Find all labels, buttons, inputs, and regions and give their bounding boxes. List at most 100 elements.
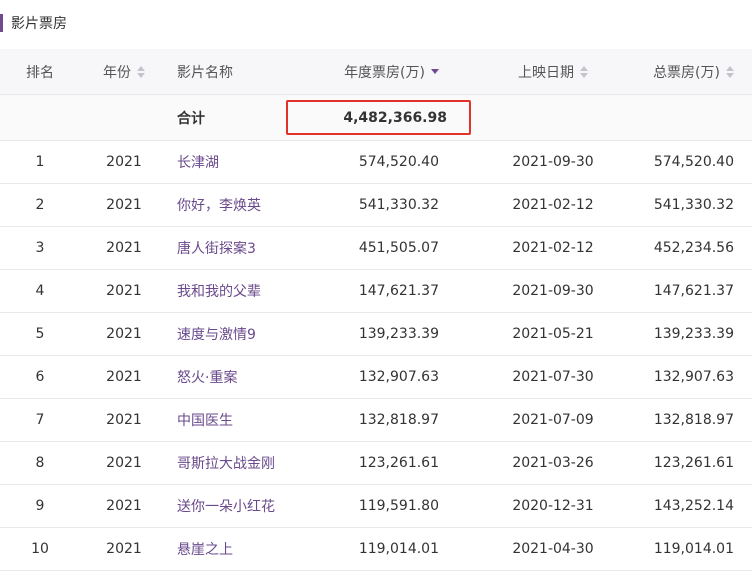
- year-cell-container: 2021: [86, 399, 162, 441]
- header-rank-label: 排名: [26, 64, 54, 81]
- total-box-office-cell-container: 139,233.39: [600, 313, 734, 355]
- year-cell: 2021: [106, 369, 142, 385]
- year-cell: 2021: [106, 154, 142, 170]
- release-date-cell-container: 2021-02-12: [497, 184, 609, 226]
- film-name-link[interactable]: 中国医生: [177, 410, 233, 430]
- release-date-cell: 2021-05-21: [512, 326, 594, 342]
- table-row: 8 2021 哥斯拉大战金刚 123,261.61 2021-03-26 123,261.…: [0, 442, 752, 485]
- year-cell-container: 2021: [86, 184, 162, 226]
- release-date-cell: 2021-07-09: [512, 412, 594, 428]
- release-date-cell-container: 2020-12-31: [497, 485, 609, 527]
- year-cell: 2021: [106, 240, 142, 256]
- year-cell-container: 2021: [86, 442, 162, 484]
- annual-box-office-cell-container: 123,261.61: [290, 442, 439, 484]
- total-box-office-cell-container: 119,014.01: [600, 528, 734, 570]
- header-year-label: 年份: [103, 64, 131, 81]
- total-box-office-cell-container: 574,520.40: [600, 141, 734, 183]
- total-box-office-cell: 123,261.61: [653, 455, 734, 471]
- film-name-link[interactable]: 悬崖之上: [177, 539, 233, 559]
- rank-cell: 5: [35, 326, 45, 342]
- year-cell: 2021: [106, 455, 142, 471]
- table-row: 6 2021 怒火·重案 132,907.63 2021-07-30 132,907.63: [0, 356, 752, 399]
- release-date-cell-container: 2021-04-30: [497, 528, 609, 570]
- total-box-office-cell: 147,621.37: [653, 283, 734, 299]
- release-date-cell-container: 2021-02-12: [497, 227, 609, 269]
- annual-box-office-cell-container: 451,505.07: [290, 227, 439, 269]
- film-name-link[interactable]: 唐人街探案3: [177, 238, 256, 258]
- total-box-office-cell-container: 132,907.63: [600, 356, 734, 398]
- header-total-label: 总票房(万): [653, 64, 720, 81]
- film-name-link[interactable]: 哥斯拉大战金刚: [177, 453, 275, 473]
- annual-box-office-cell-container: 574,520.40: [290, 141, 439, 183]
- header-year[interactable]: 年份: [86, 49, 162, 94]
- release-date-cell-container: 2021-07-30: [497, 356, 609, 398]
- year-cell-container: 2021: [86, 141, 162, 183]
- release-date-cell: 2021-03-26: [512, 455, 594, 471]
- total-box-office-cell: 132,907.63: [653, 369, 734, 385]
- film-name-link[interactable]: 速度与激情9: [177, 324, 256, 344]
- header-name-label: 影片名称: [177, 64, 233, 81]
- table-row: 10 2021 悬崖之上 119,014.01 2021-04-30 119,014.01: [0, 528, 752, 571]
- annual-box-office-cell: 139,233.39: [358, 326, 439, 342]
- release-date-cell-container: 2021-03-26: [497, 442, 609, 484]
- sort-icon[interactable]: [137, 65, 145, 78]
- header-annual[interactable]: 年度票房(万): [290, 49, 439, 94]
- year-cell: 2021: [106, 498, 142, 514]
- year-cell: 2021: [106, 326, 142, 342]
- year-cell-container: 2021: [86, 313, 162, 355]
- year-cell: 2021: [106, 541, 142, 557]
- total-box-office-cell: 541,330.32: [653, 197, 734, 213]
- rank-cell-container: 3: [0, 227, 80, 269]
- film-name-link[interactable]: 长津湖: [177, 152, 219, 172]
- release-date-cell: 2020-12-31: [512, 498, 594, 514]
- annual-box-office-cell-container: 119,591.80: [290, 485, 439, 527]
- rank-cell: 8: [35, 455, 45, 471]
- annual-box-office-cell: 132,907.63: [358, 369, 439, 385]
- table-row: 2 2021 你好，李焕英 541,330.32 2021-02-12 541,330.3…: [0, 184, 752, 227]
- header-total[interactable]: 总票房(万): [600, 49, 734, 94]
- rank-cell-container: 8: [0, 442, 80, 484]
- rank-cell: 10: [31, 541, 49, 557]
- release-date-cell: 2021-04-30: [512, 541, 594, 557]
- rank-cell: 6: [35, 369, 45, 385]
- rank-cell-container: 2: [0, 184, 80, 226]
- year-cell-container: 2021: [86, 227, 162, 269]
- sort-icon[interactable]: [726, 65, 734, 78]
- total-row: 合计 4,482,366.98: [0, 95, 752, 141]
- film-name-link[interactable]: 我和我的父辈: [177, 281, 261, 301]
- year-cell: 2021: [106, 283, 142, 299]
- box-office-table: 排名 年份 影片名称 年度票房(万) 上映日期 总票房(万) 合计 4,482,…: [0, 49, 752, 571]
- annual-box-office-cell-container: 147,621.37: [290, 270, 439, 312]
- year-cell-container: 2021: [86, 528, 162, 570]
- annual-box-office-cell: 574,520.40: [358, 154, 439, 170]
- annual-box-office-cell: 132,818.97: [358, 412, 439, 428]
- total-box-office-cell-container: 143,252.14: [600, 485, 734, 527]
- sort-descending-icon[interactable]: [431, 69, 439, 74]
- film-name-link[interactable]: 送你一朵小红花: [177, 496, 275, 516]
- table-body: 1 2021 长津湖 574,520.40 2021-09-30 574,520.40 2 2…: [0, 141, 752, 571]
- annual-box-office-cell: 119,591.80: [358, 498, 439, 514]
- annual-box-office-cell-container: 139,233.39: [290, 313, 439, 355]
- section-accent-bar: [0, 14, 3, 32]
- total-box-office-cell: 139,233.39: [653, 326, 734, 342]
- header-date[interactable]: 上映日期: [497, 49, 609, 94]
- section-title: 影片票房: [0, 12, 67, 34]
- film-name-link[interactable]: 你好，李焕英: [177, 195, 261, 215]
- sort-icon[interactable]: [580, 65, 588, 78]
- year-cell-container: 2021: [86, 485, 162, 527]
- total-box-office-cell-container: 147,621.37: [600, 270, 734, 312]
- table-row: 3 2021 唐人街探案3 451,505.07 2021-02-12 452,234.5…: [0, 227, 752, 270]
- total-box-office-cell: 119,014.01: [653, 541, 734, 557]
- year-cell: 2021: [106, 197, 142, 213]
- header-rank: 排名: [0, 49, 80, 94]
- film-name-link[interactable]: 怒火·重案: [177, 367, 237, 387]
- rank-cell-container: 10: [0, 528, 80, 570]
- rank-cell-container: 4: [0, 270, 80, 312]
- rank-cell-container: 6: [0, 356, 80, 398]
- annual-box-office-cell-container: 132,818.97: [290, 399, 439, 441]
- annual-box-office-cell-container: 541,330.32: [290, 184, 439, 226]
- rank-cell: 1: [35, 154, 45, 170]
- total-box-office-cell: 574,520.40: [653, 154, 734, 170]
- table-row: 5 2021 速度与激情9 139,233.39 2021-05-21 139,233.3…: [0, 313, 752, 356]
- total-box-office-cell: 452,234.56: [653, 240, 734, 256]
